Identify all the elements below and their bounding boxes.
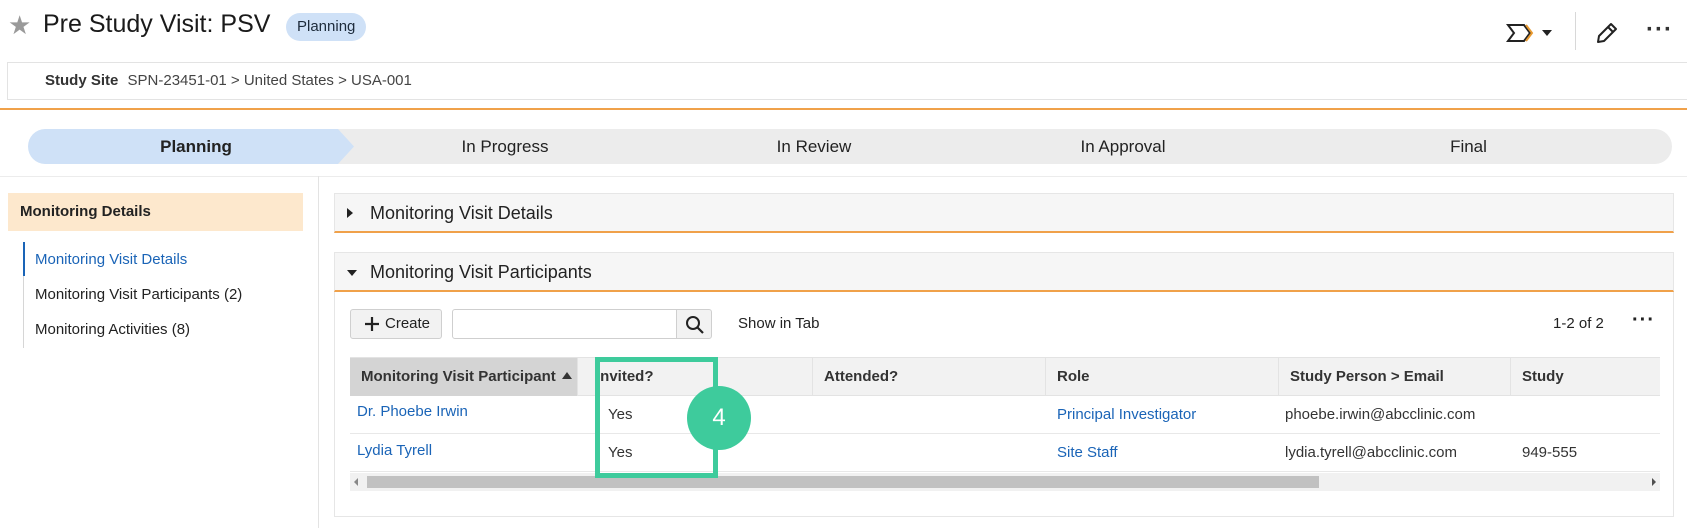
attended-value xyxy=(824,396,1044,433)
chevron-down-icon xyxy=(1542,30,1552,36)
section-title: Monitoring Visit Details xyxy=(370,203,553,223)
search-input[interactable] xyxy=(452,309,677,339)
star-icon[interactable]: ★ xyxy=(8,12,34,38)
role-link[interactable]: Principal Investigator xyxy=(1057,396,1277,433)
pagination-count: 1-2 of 2 xyxy=(1553,315,1604,332)
sidebar-header: Monitoring Details xyxy=(8,193,303,231)
stage-in-progress[interactable]: In Progress xyxy=(338,129,672,164)
table-header: Monitoring Visit Participant Invited? At… xyxy=(350,357,1660,396)
table-row: Lydia Tyrell Yes Site Staff lydia.tyrell… xyxy=(350,434,1660,472)
create-button-label: Create xyxy=(385,315,431,332)
column-header-study[interactable]: Study xyxy=(1511,358,1660,396)
table-row: Dr. Phoebe Irwin Yes Principal Investiga… xyxy=(350,396,1660,434)
email-value: phoebe.irwin@abcclinic.com xyxy=(1285,406,1476,423)
search-icon xyxy=(686,316,704,334)
scrollbar-thumb[interactable] xyxy=(367,476,1319,488)
role-link[interactable]: Site Staff xyxy=(1057,434,1277,471)
header-rule xyxy=(0,108,1687,110)
participant-link[interactable]: Dr. Phoebe Irwin xyxy=(357,393,572,430)
sidebar-item-monitoring-activities[interactable]: Monitoring Activities (8) xyxy=(35,321,190,341)
plus-icon xyxy=(365,317,379,331)
horizontal-scrollbar[interactable] xyxy=(350,473,1660,491)
sidebar-nav: Monitoring Visit Details Monitoring Visi… xyxy=(23,242,303,348)
more-icon[interactable]: ··· xyxy=(1632,310,1655,330)
scroll-right-icon[interactable] xyxy=(1652,478,1656,486)
study-value: 949-555 xyxy=(1522,444,1578,461)
active-indicator xyxy=(23,242,25,276)
section-monitoring-visit-participants[interactable]: Monitoring Visit Participants xyxy=(334,252,1674,292)
column-header-email[interactable]: Study Person > Email xyxy=(1279,358,1511,396)
pencil-icon[interactable] xyxy=(1594,20,1620,46)
stage-planning[interactable]: Planning xyxy=(28,129,364,164)
page-title: Pre Study Visit: PSV xyxy=(43,10,271,38)
attended-value xyxy=(824,434,1044,471)
step-number-badge: 4 xyxy=(687,386,751,450)
participant-link[interactable]: Lydia Tyrell xyxy=(357,432,572,469)
breadcrumb-path[interactable]: SPN-23451-01 > United States > USA-001 xyxy=(128,72,412,89)
more-icon[interactable]: ··· xyxy=(1646,18,1673,42)
breadcrumb: Study Site SPN-23451-01 > United States … xyxy=(7,62,1687,100)
email-value: lydia.tyrell@abcclinic.com xyxy=(1285,444,1457,461)
page-header: ★ Pre Study Visit: PSV Planning xyxy=(0,0,1687,58)
header-divider xyxy=(1575,12,1576,50)
caret-down-icon xyxy=(347,270,357,276)
column-header-attended[interactable]: Attended? xyxy=(813,358,1046,396)
sidebar-item-monitoring-visit-participants[interactable]: Monitoring Visit Participants (2) xyxy=(35,286,242,306)
show-in-tab-link[interactable]: Show in Tab xyxy=(738,315,819,332)
study-value xyxy=(1522,396,1660,433)
lifecycle-stage-bar: Planning In Progress In Review In Approv… xyxy=(28,129,1672,164)
breadcrumb-label: Study Site xyxy=(45,72,119,89)
workflow-menu-button[interactable] xyxy=(1506,22,1562,44)
section-monitoring-visit-details[interactable]: Monitoring Visit Details xyxy=(334,193,1674,233)
column-header-participant[interactable]: Monitoring Visit Participant xyxy=(350,358,578,396)
column-header-role[interactable]: Role xyxy=(1046,358,1279,396)
stage-final[interactable]: Final xyxy=(1265,129,1672,164)
sort-ascending-icon xyxy=(561,372,572,379)
sidebar-divider xyxy=(318,176,319,528)
scroll-left-icon[interactable] xyxy=(354,478,358,486)
sidebar-item-monitoring-visit-details[interactable]: Monitoring Visit Details xyxy=(35,251,187,271)
stage-in-review[interactable]: In Review xyxy=(647,129,981,164)
section-title: Monitoring Visit Participants xyxy=(370,262,592,282)
caret-right-icon xyxy=(347,208,353,218)
search-button[interactable] xyxy=(676,309,712,339)
content-divider xyxy=(0,176,1687,177)
stage-in-approval[interactable]: In Approval xyxy=(956,129,1290,164)
create-button[interactable]: Create xyxy=(350,309,442,339)
workflow-icon xyxy=(1506,24,1552,42)
state-badge: Planning xyxy=(286,13,367,41)
